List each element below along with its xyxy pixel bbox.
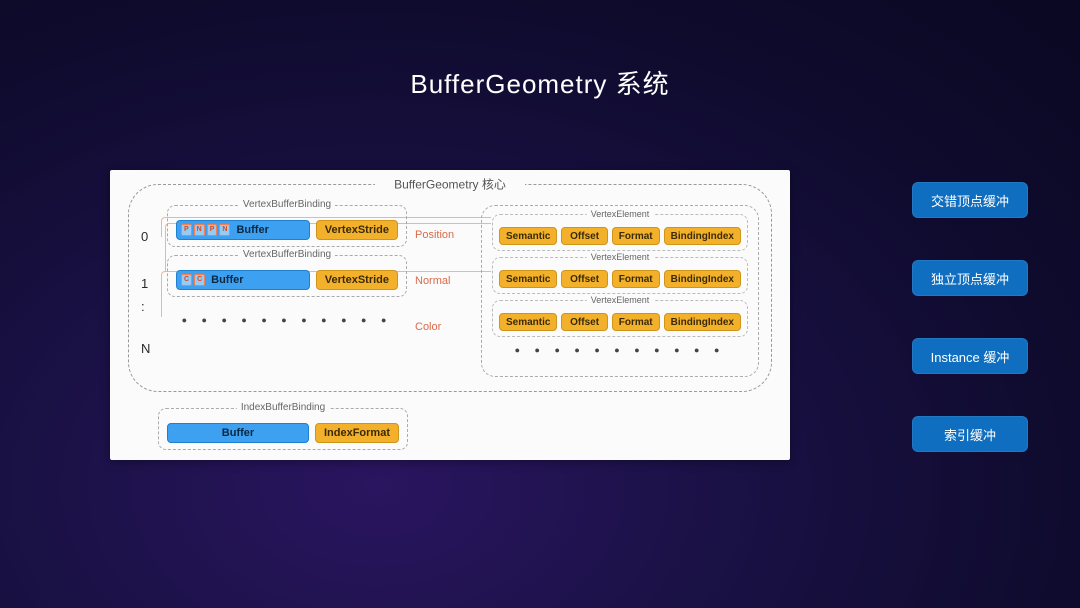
index-colon: : xyxy=(141,305,145,309)
buffer-label: Buffer xyxy=(211,274,243,286)
vertex-element-position: VertexElement Semantic Offset Format Bin… xyxy=(492,214,748,251)
vertex-element-color: VertexElement Semantic Offset Format Bin… xyxy=(492,300,748,337)
nav-instance-buffer[interactable]: Instance 缓冲 xyxy=(912,338,1028,374)
vertex-stride-pill: VertexStride xyxy=(316,270,398,290)
vertex-buffer-binding-1: VertexBufferBinding C C Buffer VertexStr… xyxy=(167,255,407,297)
index-buffer-binding: IndexBufferBinding Buffer IndexFormat xyxy=(158,408,408,450)
nav-interleaved-vertex-buffer[interactable]: 交错顶点缓冲 xyxy=(912,182,1028,218)
sidebar: 交错顶点缓冲 独立顶点缓冲 Instance 缓冲 索引缓冲 xyxy=(912,182,1028,452)
nav-index-buffer[interactable]: 索引缓冲 xyxy=(912,416,1028,452)
ibb-title: IndexBufferBinding xyxy=(237,402,329,413)
vertex-element-normal: VertexElement Semantic Offset Format Bin… xyxy=(492,257,748,294)
diagram-card: BufferGeometry 核心 0 1 : N VertexBufferBi… xyxy=(110,170,790,460)
buffergeometry-core: BufferGeometry 核心 0 1 : N VertexBufferBi… xyxy=(128,184,772,392)
row-indices: 0 1 : N xyxy=(141,199,159,377)
vertex-buffer-bindings: VertexBufferBinding P N P N Buffer Verte… xyxy=(167,199,407,377)
buffer-pill: C C Buffer xyxy=(176,270,310,290)
ellipsis: ● ● ● ● ● ● ● ● ● ● ● xyxy=(167,305,407,327)
page-title: BufferGeometry 系统 xyxy=(0,64,1080,101)
vbb-title: VertexBufferBinding xyxy=(239,199,335,210)
buffer-label: Buffer xyxy=(236,224,268,236)
semantic-labels: Position Normal Color xyxy=(415,199,473,377)
index-n: N xyxy=(141,341,150,356)
vertex-buffer-binding-0: VertexBufferBinding P N P N Buffer Verte… xyxy=(167,205,407,247)
core-title: BufferGeometry 核心 xyxy=(375,176,525,193)
index-0: 0 xyxy=(141,229,148,244)
ellipsis: ● ● ● ● ● ● ● ● ● ● ● xyxy=(492,343,748,355)
index-1: 1 xyxy=(141,276,148,291)
nav-separate-vertex-buffer[interactable]: 独立顶点缓冲 xyxy=(912,260,1028,296)
label-color: Color xyxy=(415,321,473,335)
index-buffer-pill: Buffer xyxy=(167,423,309,443)
mini-tags: C C xyxy=(181,274,205,286)
buffer-pill: P N P N Buffer xyxy=(176,220,310,240)
vertex-elements: VertexElement Semantic Offset Format Bin… xyxy=(481,205,759,377)
vertex-stride-pill: VertexStride xyxy=(316,220,398,240)
label-normal: Normal xyxy=(415,275,473,289)
index-format-pill: IndexFormat xyxy=(315,423,399,443)
vbb-title: VertexBufferBinding xyxy=(239,249,335,260)
label-position: Position xyxy=(415,229,473,243)
mini-tags: P N P N xyxy=(181,224,230,236)
